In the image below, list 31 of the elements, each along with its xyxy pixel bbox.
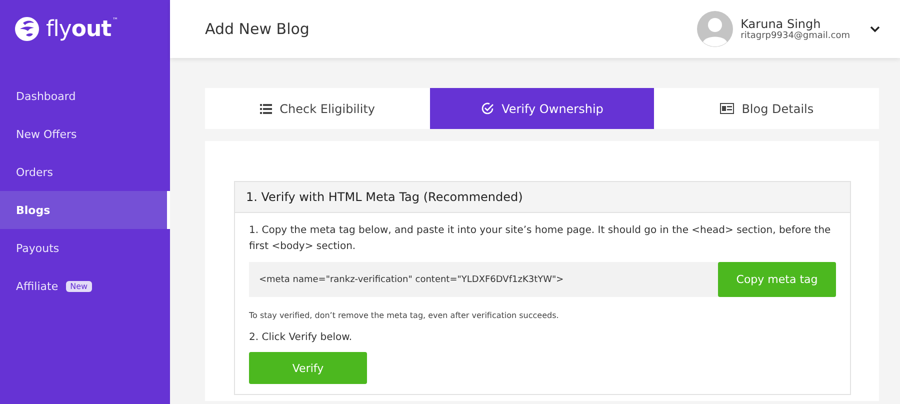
note-text: To stay verified, don’t remove the meta tag, even after verification succeeds. — [249, 311, 560, 320]
sidebar-item-label: Affiliate — [16, 280, 58, 292]
sidebar-item[interactable]: Affiliate New — [0, 267, 170, 305]
sidebar-item-label: Dashboard — [16, 90, 76, 102]
tab[interactable]: Check Eligibility — [205, 88, 430, 129]
user-email: ritagrp9934@gmail.com — [740, 31, 850, 41]
sidebar-item-label: New Offers — [16, 128, 77, 140]
logo-text: flyout$^{™}$ — [46, 16, 118, 42]
sidebar-item[interactable]: Payouts — [0, 229, 170, 267]
avatar-icon — [696, 11, 733, 47]
new-badge: New — [66, 280, 92, 292]
user-name: Karuna Singh — [740, 17, 822, 31]
tab[interactable]: Verify Ownership — [430, 88, 654, 129]
sidebar-item[interactable]: New Offers — [0, 115, 170, 153]
sidebar-item-label: Orders — [16, 166, 53, 178]
panel-title: 1. Verify with HTML Meta Tag (Recommended) — [235, 182, 850, 213]
page-title: Add New Blog — [205, 20, 310, 38]
sidebar-item[interactable]: Dashboard — [0, 77, 170, 115]
instruction-text: 2. Click Verify below. — [249, 331, 354, 345]
tab[interactable]: Blog Details — [654, 88, 880, 129]
sidebar-item-label: Payouts — [16, 242, 60, 254]
sidebar-item[interactable]: Blogs — [0, 191, 170, 229]
sidebar-item-label: Blogs — [16, 204, 50, 216]
instruction-text: 1. Copy the meta tag below, and paste it into your site’s home page. It should go in the <head> section, before the first <body> section. — [249, 224, 832, 254]
sidebar-item[interactable]: Orders — [0, 153, 170, 191]
meta-tag-text: <meta name="rankz-verification" content="YLDXF6DVf1zK3tYW"> — [258, 274, 565, 286]
chevron-down-icon[interactable] — [870, 26, 880, 32]
id-card-icon — [720, 103, 734, 114]
check-circle-icon — [480, 102, 494, 115]
list-icon — [260, 104, 272, 114]
logo-icon — [14, 16, 40, 42]
